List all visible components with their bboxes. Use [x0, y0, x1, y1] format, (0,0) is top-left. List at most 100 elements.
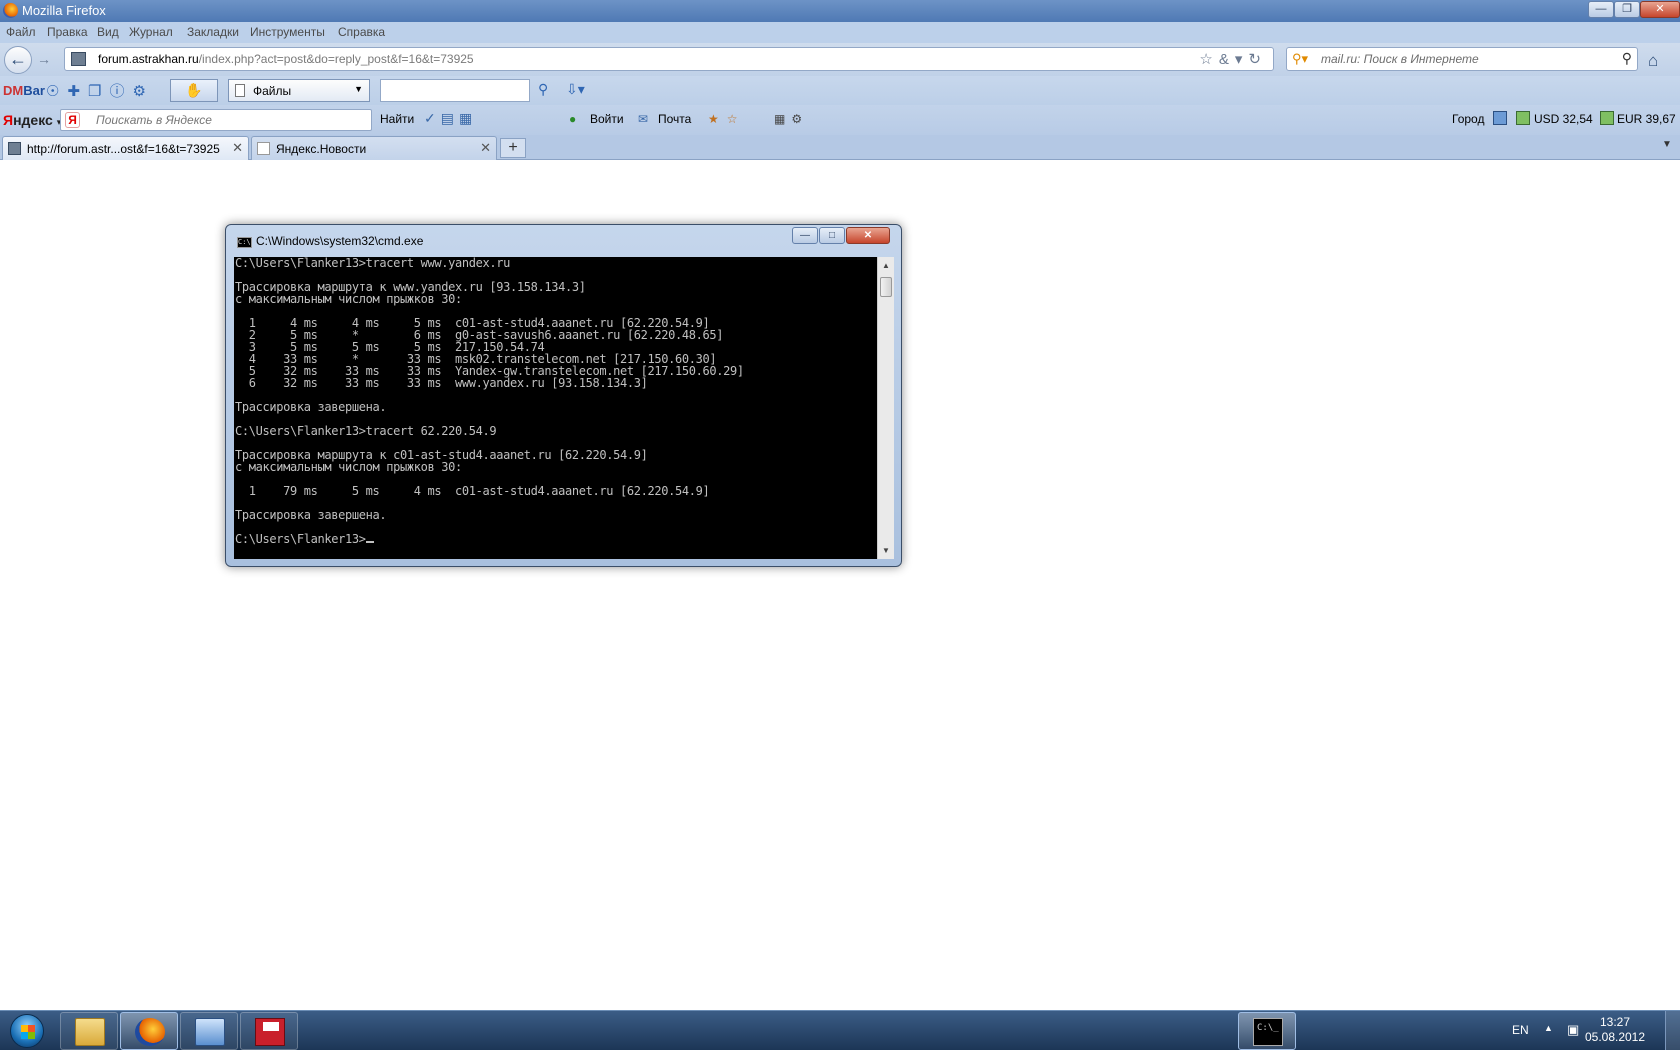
reload-icon[interactable]: ↻ — [1248, 51, 1267, 68]
clock-time: 13:27 — [1599, 1015, 1631, 1029]
url-text[interactable]: forum.astrakhan.ru/index.php?act=post&do… — [98, 52, 474, 66]
minimize-button[interactable]: — — [1588, 1, 1614, 18]
cmd-minimize-button[interactable]: — — [792, 227, 818, 244]
menu-view[interactable]: Вид — [97, 25, 119, 39]
dm-add-icon[interactable]: ✚ — [67, 83, 88, 100]
dm-windows-icon[interactable]: ❐ — [88, 83, 109, 100]
console-output[interactable]: C:\Users\Flanker13>tracert www.yandex.ru… — [234, 257, 877, 559]
yandex-logo-rest: ндекс — [13, 112, 53, 128]
yandex-y-icon: Я — [65, 112, 80, 128]
translate-icon[interactable]: ▤ — [441, 110, 459, 126]
navigation-bar: ← → forum.astrakhan.ru/index.php?act=pos… — [0, 43, 1680, 76]
mail-icon: ✉ — [638, 112, 649, 126]
dmbar-search-input[interactable] — [380, 79, 530, 102]
hand-icon: ✋ — [185, 82, 203, 98]
dmbar-toolbar: DMBar ☉✚❐ⓘ⚙ ✋ Файлы ▼ ⚲ ⇩▾ — [0, 76, 1680, 105]
url-domain: forum.astrakhan.ru — [98, 52, 199, 66]
tab-close-icon[interactable]: ✕ — [232, 140, 243, 156]
yandex-find-button[interactable]: Найти — [380, 112, 414, 126]
cmd-maximize-button[interactable]: □ — [819, 227, 845, 244]
usd-chart-icon — [1516, 111, 1530, 125]
menu-history[interactable]: Журнал — [129, 25, 173, 39]
back-arrow-icon[interactable]: ← — [4, 46, 32, 74]
spellcheck-icon[interactable]: ✓ — [424, 110, 441, 126]
yandex-login-button[interactable]: Войти — [590, 112, 624, 126]
menu-help[interactable]: Справка — [338, 25, 385, 39]
bookmarks-icon[interactable]: ▦ — [459, 110, 477, 126]
menu-bar: Файл Правка Вид Журнал Закладки Инструме… — [0, 22, 1680, 43]
dmbar-logo[interactable]: DMBar — [3, 83, 45, 98]
dmbar-icons: ☉✚❐ⓘ⚙ — [46, 80, 154, 101]
taskbar-network[interactable] — [180, 1012, 238, 1050]
dm-settings-icon[interactable]: ⚙ — [133, 83, 154, 100]
history-dropdown-icon[interactable]: ▾ — [1235, 51, 1249, 68]
language-indicator[interactable]: EN — [1512, 1023, 1529, 1037]
tab-forum[interactable]: http://forum.astr...ost&f=16&t=73925 ✕ — [2, 136, 249, 160]
home-icon[interactable]: ⌂ — [1648, 51, 1658, 71]
menu-tools[interactable]: Инструменты — [250, 25, 325, 39]
scroll-up-icon[interactable]: ▲ — [878, 257, 894, 274]
taskbar-save-app[interactable] — [240, 1012, 298, 1050]
yandex-mail-button[interactable]: Почта — [658, 112, 691, 126]
city-icon[interactable] — [1493, 111, 1507, 125]
cmd-window[interactable]: C:\ C:\Windows\system32\cmd.exe — □ ✕ C:… — [225, 224, 902, 567]
yandex-extra-icons[interactable]: ★☆ — [708, 112, 746, 126]
eur-rate[interactable]: EUR 39,67 — [1617, 112, 1676, 126]
search-placeholder: mail.ru: Поиск в Интернете — [1321, 52, 1479, 66]
forward-arrow-icon[interactable]: → — [34, 51, 54, 69]
eur-chart-icon — [1600, 111, 1614, 125]
cmd-title: C:\Windows\system32\cmd.exe — [256, 234, 424, 248]
files-dropdown[interactable]: Файлы ▼ — [228, 79, 370, 102]
scroll-thumb[interactable] — [880, 277, 892, 297]
start-button[interactable] — [2, 1012, 52, 1050]
search-icon[interactable]: ⚲ — [1622, 50, 1632, 67]
menu-file[interactable]: Файл — [6, 25, 36, 39]
dm-home-icon[interactable]: ☉ — [46, 83, 67, 100]
menu-edit[interactable]: Правка — [47, 25, 88, 39]
url-bar[interactable]: forum.astrakhan.ru/index.php?act=post&do… — [64, 47, 1274, 71]
network-icon — [195, 1018, 225, 1046]
yandex-tool-icons: ✓▤▦ — [424, 110, 477, 127]
feed-icon[interactable]: & — [1219, 51, 1235, 68]
yandex-toolbar: Яндекс ▾ Я Поискать в Яндексе Найти ✓▤▦ … — [0, 105, 1680, 135]
yandex-search-input[interactable]: Я Поискать в Яндексе — [60, 109, 372, 131]
document-icon — [235, 84, 245, 97]
forum-favicon-icon — [8, 142, 21, 155]
floppy-disk-icon — [255, 1018, 285, 1046]
dm-info-icon[interactable]: ⓘ — [109, 83, 132, 100]
search-bar[interactable]: ⚲▾ mail.ru: Поиск в Интернете ⚲ — [1286, 47, 1638, 71]
dmbar-search-icon[interactable]: ⚲ — [538, 81, 548, 98]
tab-yandex-news[interactable]: Яндекс.Новости ✕ — [251, 136, 497, 160]
system-clock[interactable]: 13:27 05.08.2012 — [1580, 1015, 1650, 1045]
hand-tool-button[interactable]: ✋ — [170, 79, 218, 102]
download-icon[interactable]: ⇩▾ — [566, 81, 585, 98]
city-label[interactable]: Город — [1452, 112, 1484, 126]
menu-bookmarks[interactable]: Закладки — [187, 25, 239, 39]
scroll-down-icon[interactable]: ▼ — [878, 542, 894, 559]
search-engine-icon[interactable]: ⚲▾ — [1292, 51, 1308, 67]
usd-rate[interactable]: USD 32,54 — [1534, 112, 1593, 126]
firefox-icon — [135, 1018, 165, 1046]
new-tab-button[interactable]: + — [500, 138, 526, 158]
url-path: /index.php?act=post&do=reply_post&f=16&t… — [198, 52, 474, 66]
cmd-scrollbar[interactable]: ▲ ▼ — [877, 257, 894, 559]
cmd-close-button[interactable]: ✕ — [846, 227, 890, 244]
url-bar-icons: ☆&▾↻ — [1199, 50, 1267, 68]
console-cursor — [365, 541, 374, 543]
taskbar-explorer[interactable] — [60, 1012, 118, 1050]
show-hidden-icons-icon[interactable]: ▲ — [1544, 1023, 1553, 1033]
dmbar-logo-dm: DM — [3, 83, 24, 98]
windows-logo-icon — [10, 1014, 44, 1048]
taskbar-firefox[interactable] — [120, 1012, 178, 1050]
tab-bar: http://forum.astr...ost&f=16&t=73925 ✕ Я… — [0, 135, 1680, 160]
list-all-tabs-icon[interactable]: ▼ — [1662, 139, 1672, 150]
restore-button[interactable]: ❐ — [1614, 1, 1640, 18]
yandex-settings-icons[interactable]: ▦⚙ — [774, 112, 808, 126]
bookmark-star-icon[interactable]: ☆ — [1199, 51, 1218, 68]
taskbar-cmd[interactable]: C:\_ — [1238, 1012, 1296, 1050]
close-button[interactable]: ✕ — [1640, 1, 1680, 18]
show-desktop-button[interactable] — [1665, 1011, 1680, 1050]
tab-close-icon[interactable]: ✕ — [480, 140, 491, 156]
network-tray-icon[interactable]: ▣ — [1567, 1022, 1579, 1038]
yandex-logo[interactable]: Яндекс ▾ — [3, 112, 61, 128]
